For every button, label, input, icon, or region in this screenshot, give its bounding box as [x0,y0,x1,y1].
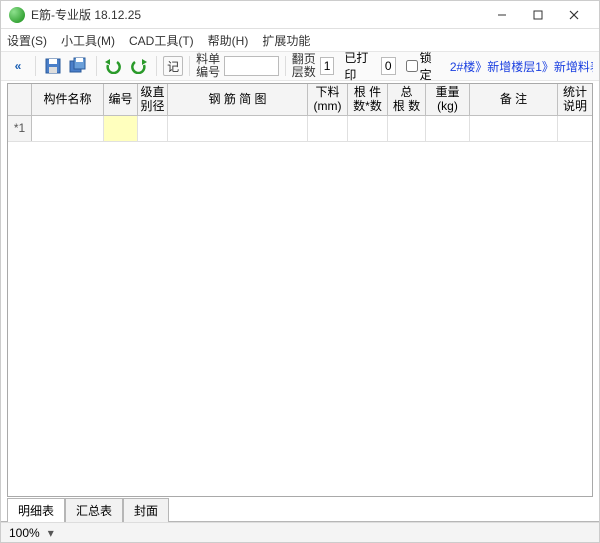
data-grid: 构件名称 编号 级直 别径 钢 筋 简 图 下料 (mm) 根 件 数*数 总 … [7,83,593,497]
toolbar: « 记 料单 编号 翻页 层数 1 已打印 0 锁定 2#楼》新增楼层1》新增料… [1,51,599,81]
col-qty-each[interactable]: 根 件 数*数 [348,84,388,115]
separator [189,56,190,76]
page-count-label: 翻页 层数 [292,53,316,79]
close-button[interactable] [557,5,591,25]
col-total-qty[interactable]: 总 根 数 [388,84,426,115]
col-remark[interactable]: 备 注 [470,84,558,115]
table-row[interactable]: *1 [8,116,592,142]
grid-header-row: 构件名称 编号 级直 别径 钢 筋 简 图 下料 (mm) 根 件 数*数 总 … [8,84,592,116]
lock-checkbox[interactable]: 锁定 [406,49,440,83]
printed-count: 0 [381,57,396,75]
cell-weight[interactable] [426,116,470,141]
zoom-dropdown-icon[interactable]: ▾ [46,526,56,540]
separator [156,56,157,76]
col-number[interactable]: 编号 [104,84,138,115]
menu-extensions[interactable]: 扩展功能 [262,32,310,49]
sheet-tabs: 明细表 汇总表 封面 [1,499,599,521]
lock-label: 锁定 [420,49,440,83]
col-weight[interactable]: 重量 (kg) [426,84,470,115]
cell-cut-len[interactable] [308,116,348,141]
sheet-no-input[interactable] [224,56,279,76]
window-controls [485,5,591,25]
cell-rebar-diagram[interactable] [168,116,308,141]
redo-icon [130,58,148,74]
menu-help[interactable]: 帮助(H) [208,32,249,49]
menu-settings[interactable]: 设置(S) [7,32,47,49]
menu-bar: 设置(S) 小工具(M) CAD工具(T) 帮助(H) 扩展功能 [1,29,599,51]
record-button[interactable]: 记 [163,56,183,76]
redo-button[interactable] [128,54,150,78]
save-button[interactable] [42,54,64,78]
tab-summary[interactable]: 汇总表 [65,498,123,522]
cell-stat-note[interactable] [558,116,592,141]
minimize-button[interactable] [485,5,519,25]
tab-cover[interactable]: 封面 [123,498,169,522]
cell-number[interactable] [104,116,138,141]
page-count-input[interactable]: 1 [320,57,335,75]
cell-qty-each[interactable] [348,116,388,141]
window-title: E筋-专业版 18.12.25 [31,6,485,23]
page-count-value: 1 [324,59,331,73]
cell-remark[interactable] [470,116,558,141]
separator [35,56,36,76]
separator [285,56,286,76]
maximize-button[interactable] [521,5,555,25]
row-index: *1 [8,116,32,141]
sheet-no-label: 料单 编号 [196,53,220,79]
save-icon [44,57,62,75]
printed-label: 已打印 [344,49,377,83]
grid-header-rownum [8,84,32,115]
lock-checkbox-input[interactable] [406,60,418,72]
menu-small-tools[interactable]: 小工具(M) [61,32,115,49]
grid-empty-area [8,142,592,496]
cell-total-qty[interactable] [388,116,426,141]
separator [96,56,97,76]
breadcrumb[interactable]: 2#楼》新增楼层1》新增料表1 [450,58,593,75]
cell-grade-diameter[interactable] [138,116,168,141]
cell-component-name[interactable] [32,116,104,141]
col-stat-note[interactable]: 统计 说明 [558,84,592,115]
tab-detail[interactable]: 明细表 [7,498,65,522]
undo-button[interactable] [103,54,125,78]
col-cut-len[interactable]: 下料 (mm) [308,84,348,115]
col-grade-diameter[interactable]: 级直 别径 [138,84,168,115]
zoom-level[interactable]: 100% [9,526,40,540]
collapse-button[interactable]: « [7,54,29,78]
status-bar: 100% ▾ [1,522,599,542]
col-rebar-diagram[interactable]: 钢 筋 简 图 [168,84,308,115]
col-component-name[interactable]: 构件名称 [32,84,104,115]
undo-icon [104,58,122,74]
title-bar: E筋-专业版 18.12.25 [1,1,599,29]
save-all-icon [69,57,89,75]
app-icon [9,7,25,23]
printed-value: 0 [385,59,392,73]
menu-cad-tools[interactable]: CAD工具(T) [129,32,194,49]
save-all-button[interactable] [68,54,90,78]
